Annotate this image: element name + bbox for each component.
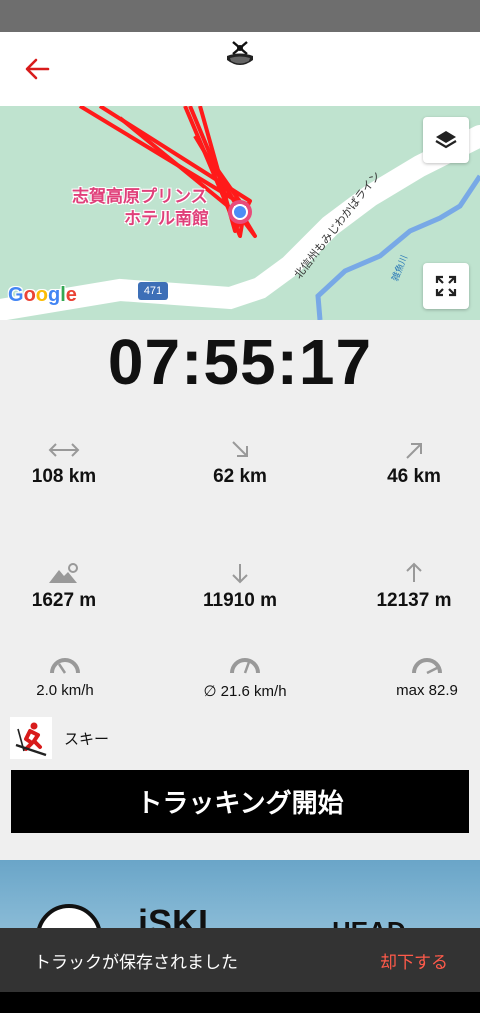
mountain-pin-icon	[49, 563, 78, 583]
fullscreen-icon	[435, 275, 457, 297]
poi-label: 志賀高原プリンス ホテル南館	[72, 186, 209, 230]
snackbar: トラックが保存されました 却下する	[0, 928, 480, 992]
skier-icon	[15, 722, 47, 757]
speedometer-low-icon	[50, 658, 80, 674]
horizontal-arrows-icon	[48, 443, 80, 457]
speed-value: ∅ 21.6 km/h	[203, 683, 287, 700]
stat-downhill-distance: 62 km	[160, 440, 320, 488]
arrow-left-icon	[25, 58, 50, 80]
poi-label-line1: 志賀高原プリンス	[72, 187, 208, 207]
arrow-up-right-icon	[406, 443, 422, 459]
google-logo: Google	[8, 284, 77, 306]
back-button[interactable]	[22, 54, 52, 84]
arrow-down-right-icon	[232, 441, 248, 457]
stat-value: 11910 m	[203, 590, 277, 611]
stat-current-speed: 2.0 km/h	[0, 656, 145, 699]
stat-max-altitude: 1627 m	[0, 562, 144, 612]
speedometer-avg-icon	[230, 658, 260, 674]
speed-value: max 82.9	[396, 682, 458, 699]
stat-value: 1627 m	[31, 590, 97, 611]
activity-label: スキー	[64, 729, 110, 748]
stat-average-speed: ∅ 21.6 km/h	[165, 656, 325, 700]
map-view[interactable]: 志賀高原プリンス ホテル南館 北信州もみじわかばライン 雑魚川 471 Goog…	[0, 106, 480, 320]
speed-value: 2.0 km/h	[36, 682, 94, 699]
snackbar-dismiss-button[interactable]: 却下する	[380, 948, 448, 973]
stat-value: 46 km	[387, 466, 441, 487]
start-tracking-button[interactable]: トラッキング開始	[11, 770, 469, 833]
elapsed-time: 07:55:17	[107, 326, 373, 398]
status-bar	[0, 0, 480, 32]
ski-helmet-logo-icon	[222, 36, 258, 72]
stat-uphill-distance: 46 km	[334, 440, 480, 488]
stat-value: 12137 m	[376, 590, 452, 611]
route-shield: 471	[138, 282, 168, 300]
stat-total-distance: 108 km	[0, 440, 144, 488]
poi-label-line2: ホテル南館	[124, 209, 209, 229]
stat-ascent: 12137 m	[334, 562, 480, 612]
stat-descent: 11910 m	[160, 562, 320, 612]
layers-icon	[435, 131, 457, 149]
system-nav-bar	[0, 992, 480, 1013]
fullscreen-button[interactable]	[423, 263, 469, 309]
snackbar-message: トラックが保存されました	[34, 953, 238, 973]
activity-selector[interactable]: スキー	[10, 716, 109, 760]
arrow-up-icon	[406, 562, 422, 582]
app-header	[0, 32, 480, 106]
stat-value: 108 km	[31, 466, 97, 487]
arrow-down-icon	[232, 564, 248, 584]
activity-tile	[10, 717, 52, 759]
stat-max-speed: max 82.9	[347, 656, 480, 699]
layers-button[interactable]	[423, 117, 469, 163]
speedometer-max-icon	[412, 658, 442, 674]
stat-value: 62 km	[213, 466, 267, 487]
